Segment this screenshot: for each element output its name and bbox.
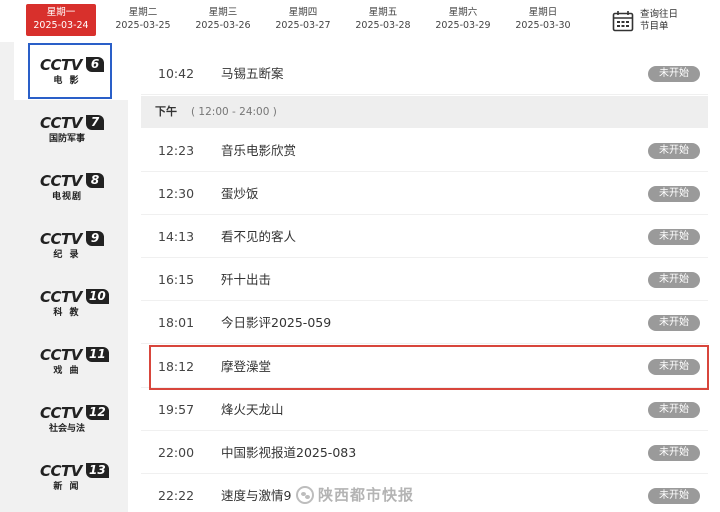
- calendar-icon: [612, 11, 634, 32]
- date-tab-2025-03-24[interactable]: 星期一 2025-03-24: [26, 4, 96, 36]
- date-tab-2025-03-27[interactable]: 星期四 2025-03-27: [268, 4, 338, 36]
- history-line-2: 节目单: [640, 21, 669, 32]
- date-tab-2025-03-25[interactable]: 星期二 2025-03-25: [108, 4, 178, 36]
- program-row[interactable]: 19:57 烽火天龙山 未开始: [141, 388, 708, 431]
- date-tab-weekday: 星期日: [528, 7, 558, 18]
- status-badge: 未开始: [648, 229, 700, 245]
- cctv8-logo: CCTV 8 电视剧: [40, 172, 106, 204]
- date-tab-2025-03-26[interactable]: 星期三 2025-03-26: [188, 4, 258, 36]
- cctv10-logo: CCTV 10 科 教: [40, 288, 109, 320]
- date-tab-date: 2025-03-30: [515, 20, 571, 31]
- status-badge: 未开始: [648, 359, 700, 375]
- program-title: 看不见的客人: [221, 229, 297, 244]
- program-title: 中国影视报道2025-083: [221, 445, 357, 460]
- date-tab-weekday: 星期三: [208, 7, 238, 18]
- date-tab-date: 2025-03-28: [355, 20, 411, 31]
- watermark: 陕西都市快报: [296, 484, 414, 505]
- program-time: 19:57: [158, 402, 195, 417]
- status-badge: 未开始: [648, 315, 700, 331]
- cctv13-logo: CCTV 13 新 闻: [40, 462, 109, 494]
- program-title: 烽火天龙山: [221, 402, 284, 417]
- program-time: 12:30: [158, 186, 195, 201]
- program-row[interactable]: 12:23 音乐电影欣赏 未开始: [141, 129, 708, 172]
- program-title: 马锡五断案: [221, 66, 284, 81]
- date-tab-weekday: 星期四: [288, 7, 318, 18]
- status-badge: 未开始: [648, 186, 700, 202]
- program-title: 音乐电影欣赏: [221, 143, 297, 158]
- program-row[interactable]: 12:30 蛋炒饭 未开始: [141, 172, 708, 215]
- program-title: 摩登澡堂: [221, 359, 272, 374]
- section-label: 下午: [155, 105, 177, 118]
- channel-item-cctv10[interactable]: CCTV 10 科 教: [14, 274, 128, 332]
- date-tab-date: 2025-03-24: [33, 20, 89, 31]
- program-row[interactable]: 22:22 速度与激情9 未开始: [141, 474, 708, 512]
- channel-item-cctv11[interactable]: CCTV 11 戏 曲: [14, 332, 128, 390]
- cctv9-logo: CCTV 9 纪 录: [40, 230, 106, 262]
- date-tab-weekday: 星期二: [128, 7, 158, 18]
- channel-sidebar: CCTV 6 电 影 CCTV 7 国防军事 CCTV 8 电视剧 CCTV 9…: [0, 42, 128, 512]
- cctv7-logo: CCTV 7 国防军事: [40, 114, 106, 146]
- date-bar: 星期一 2025-03-24 星期二 2025-03-25 星期三 2025-0…: [0, 0, 720, 42]
- program-time: 16:15: [158, 272, 195, 287]
- status-badge: 未开始: [648, 272, 700, 288]
- wechat-icon: [296, 485, 314, 504]
- program-row[interactable]: 10:42 马锡五断案 未开始: [141, 52, 708, 95]
- program-title: 歼十出击: [221, 272, 272, 287]
- program-time: 10:42: [158, 66, 195, 81]
- history-schedule-label: 查询往日 节目单: [640, 9, 678, 33]
- history-schedule-button[interactable]: 查询往日 节目单: [612, 6, 678, 36]
- program-title: 蛋炒饭: [221, 186, 259, 201]
- status-badge: 未开始: [648, 66, 700, 82]
- status-badge: 未开始: [648, 445, 700, 461]
- date-tab-date: 2025-03-25: [115, 20, 171, 31]
- program-time: 12:23: [158, 143, 195, 158]
- date-tab-date: 2025-03-29: [435, 20, 491, 31]
- channel-item-cctv12[interactable]: CCTV 12 社会与法: [14, 390, 128, 448]
- status-badge: 未开始: [648, 402, 700, 418]
- date-tab-2025-03-29[interactable]: 星期六 2025-03-29: [428, 4, 498, 36]
- cctv6-logo: CCTV 6 电 影: [40, 56, 106, 88]
- status-badge: 未开始: [648, 143, 700, 159]
- program-row[interactable]: 18:01 今日影评2025-059 未开始: [141, 301, 708, 344]
- program-row[interactable]: 22:00 中国影视报道2025-083 未开始: [141, 431, 708, 474]
- program-title: 今日影评2025-059: [221, 315, 332, 330]
- program-time: 22:22: [158, 488, 195, 503]
- channel-item-cctv13[interactable]: CCTV 13 新 闻: [14, 448, 128, 506]
- watermark-text: 陕西都市快报: [318, 486, 415, 504]
- status-badge: 未开始: [648, 488, 700, 504]
- date-tab-2025-03-28[interactable]: 星期五 2025-03-28: [348, 4, 418, 36]
- section-time-range: ( 12:00 - 24:00 ): [191, 106, 277, 118]
- cctv12-logo: CCTV 12 社会与法: [40, 404, 109, 436]
- cctv11-logo: CCTV 11 戏 曲: [40, 346, 109, 378]
- date-tab-2025-03-30[interactable]: 星期日 2025-03-30: [508, 4, 578, 36]
- history-line-1: 查询往日: [640, 9, 679, 20]
- program-row[interactable]: 14:13 看不见的客人 未开始: [141, 215, 708, 258]
- program-time: 18:12: [158, 359, 195, 374]
- program-list: 10:42 马锡五断案 未开始 下午 ( 12:00 - 24:00 ) 12:…: [141, 42, 720, 512]
- date-tab-date: 2025-03-26: [195, 20, 251, 31]
- program-time: 14:13: [158, 229, 195, 244]
- date-tab-weekday: 星期五: [368, 7, 398, 18]
- channel-item-cctv6[interactable]: CCTV 6 电 影: [14, 42, 128, 100]
- program-time: 22:00: [158, 445, 195, 460]
- afternoon-section-header: 下午 ( 12:00 - 24:00 ): [141, 96, 708, 128]
- program-row-highlighted[interactable]: 18:12 摩登澡堂 未开始: [141, 345, 708, 388]
- channel-item-cctv7[interactable]: CCTV 7 国防军事: [14, 100, 128, 158]
- date-tab-weekday: 星期一: [46, 7, 76, 18]
- date-tab-weekday: 星期六: [448, 7, 478, 18]
- channel-item-cctv8[interactable]: CCTV 8 电视剧: [14, 158, 128, 216]
- program-row[interactable]: 16:15 歼十出击 未开始: [141, 258, 708, 301]
- date-tab-date: 2025-03-27: [275, 20, 331, 31]
- channel-item-cctv9[interactable]: CCTV 9 纪 录: [14, 216, 128, 274]
- program-title: 速度与激情9: [221, 488, 292, 503]
- program-time: 18:01: [158, 315, 195, 330]
